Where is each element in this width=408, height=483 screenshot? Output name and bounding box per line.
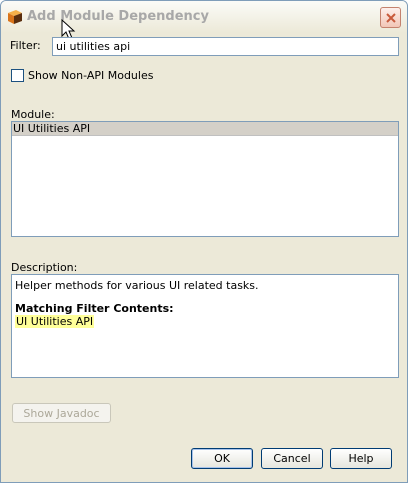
- show-non-api-checkbox[interactable]: [11, 69, 24, 82]
- ok-button[interactable]: OK: [191, 448, 253, 469]
- cancel-button[interactable]: Cancel: [261, 448, 323, 469]
- matching-filter-heading: Matching Filter Contents:: [15, 302, 174, 315]
- add-module-dependency-dialog: Add Module Dependency Filter: Show Non-A…: [0, 0, 408, 483]
- netbeans-module-icon: [8, 10, 22, 24]
- matching-filter-item: UI Utilities API: [15, 315, 95, 328]
- description-text: Helper methods for various UI related ta…: [15, 279, 259, 292]
- close-icon: [386, 13, 396, 23]
- module-label: Module:: [11, 108, 55, 121]
- show-javadoc-button[interactable]: Show Javadoc: [12, 403, 111, 423]
- module-list-item[interactable]: UI Utilities API: [12, 122, 398, 136]
- window-title: Add Module Dependency: [27, 9, 209, 24]
- filter-label: Filter:: [10, 39, 41, 52]
- title-bar[interactable]: Add Module Dependency: [1, 1, 407, 33]
- show-non-api-label[interactable]: Show Non-API Modules: [28, 69, 153, 82]
- description-label: Description:: [11, 261, 78, 274]
- filter-input[interactable]: [52, 37, 399, 56]
- help-button[interactable]: Help: [330, 448, 392, 469]
- close-button[interactable]: [380, 7, 401, 28]
- description-box: Helper methods for various UI related ta…: [11, 274, 399, 378]
- module-list[interactable]: UI Utilities API: [11, 121, 399, 237]
